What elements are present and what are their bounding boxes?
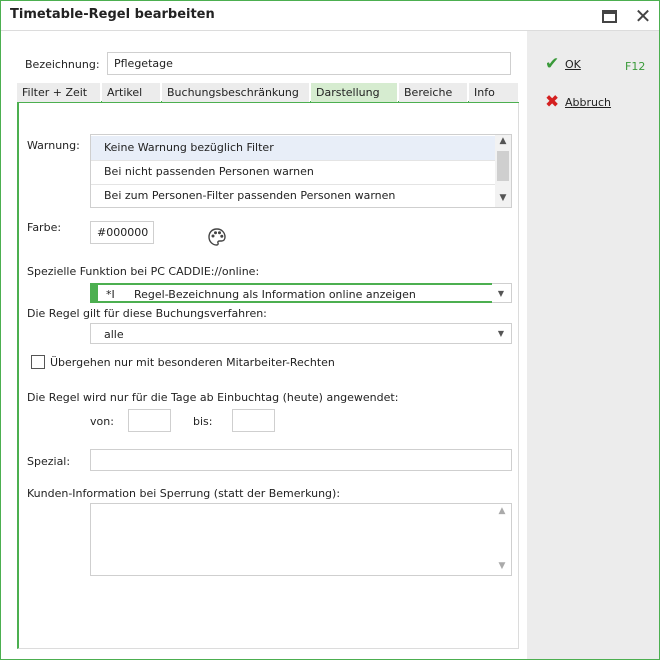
tab-bar: Filter + Zeit Artikel Buchungsbeschränku… xyxy=(17,83,519,103)
mitarbeiter-rechte-checkbox[interactable] xyxy=(31,355,45,369)
maximize-icon xyxy=(601,9,617,23)
warnung-scrollbar[interactable]: ▲ ▼ xyxy=(495,135,511,207)
warnung-label: Warnung: xyxy=(27,139,80,152)
action-sidebar: ✔ OK F12 ✖ Abbruch xyxy=(527,31,659,659)
online-function-label: Spezielle Funktion bei PC CADDIE://onlin… xyxy=(27,265,260,278)
close-button[interactable]: ✕ xyxy=(631,5,655,27)
tab-info[interactable]: Info xyxy=(469,83,519,102)
main-area: Bezeichnung: Pflegetage Filter + Zeit Ar… xyxy=(1,31,527,659)
selection-marker xyxy=(92,285,98,301)
bis-label: bis: xyxy=(193,415,213,428)
ok-button[interactable]: ✔ OK xyxy=(545,56,581,73)
list-item[interactable]: Bei zum Personen-Filter passenden Person… xyxy=(91,184,495,207)
tab-artikel[interactable]: Artikel xyxy=(102,83,161,102)
dropdown-arrow-icon: ▼ xyxy=(497,329,505,338)
darstellung-panel: Warnung: Keine Warnung bezüglich Filter … xyxy=(17,103,519,649)
tab-darstellung[interactable]: Darstellung xyxy=(311,83,398,102)
cancel-x-icon: ✖ xyxy=(545,92,560,112)
buchungsverfahren-combo[interactable]: alle ▼ xyxy=(90,323,512,344)
scroll-up-icon[interactable]: ▲ xyxy=(495,136,511,146)
online-function-code: *I xyxy=(106,288,115,301)
list-item[interactable]: Bei nicht passenden Personen warnen xyxy=(91,160,495,184)
von-input[interactable] xyxy=(128,409,171,432)
mitarbeiter-rechte-label: Übergehen nur mit besonderen Mitarbeiter… xyxy=(50,356,335,369)
title-bar: Timetable-Regel bearbeiten ✕ xyxy=(1,1,659,31)
tab-buchungsbeschraenkung[interactable]: Buchungsbeschränkung xyxy=(162,83,310,102)
checkmark-icon: ✔ xyxy=(545,54,560,74)
online-function-dropdown[interactable]: ▼ xyxy=(492,283,512,303)
maximize-button[interactable] xyxy=(597,5,621,27)
tab-bereiche[interactable]: Bereiche xyxy=(399,83,468,102)
kunden-info-textarea[interactable] xyxy=(90,503,512,576)
ok-shortcut: F12 xyxy=(625,60,646,73)
scroll-down-icon[interactable]: ▼ xyxy=(494,561,510,571)
list-item[interactable]: Keine Warnung bezüglich Filter xyxy=(91,136,495,160)
spezial-label: Spezial: xyxy=(27,455,71,468)
cancel-label: Abbruch xyxy=(565,96,612,109)
scroll-down-icon[interactable]: ▼ xyxy=(495,193,511,203)
kunden-info-label: Kunden-Information bei Sperrung (statt d… xyxy=(27,487,341,500)
ok-label: OK xyxy=(565,58,581,71)
tage-label: Die Regel wird nur für die Tage ab Einbu… xyxy=(27,391,399,404)
tab-filter-zeit[interactable]: Filter + Zeit xyxy=(17,83,101,102)
scrollbar-thumb[interactable] xyxy=(497,151,509,181)
spezial-input[interactable] xyxy=(90,449,512,471)
online-function-value: Regel-Bezeichnung als Information online… xyxy=(134,288,416,301)
von-label: von: xyxy=(90,415,114,428)
farbe-input[interactable]: #000000 xyxy=(90,221,154,244)
warnung-listbox[interactable]: Keine Warnung bezüglich Filter Bei nicht… xyxy=(90,134,512,208)
buchungsverfahren-label: Die Regel gilt für diese Buchungsverfahr… xyxy=(27,307,267,320)
dropdown-arrow-icon: ▼ xyxy=(497,288,505,298)
cancel-button[interactable]: ✖ Abbruch xyxy=(545,94,611,111)
bis-input[interactable] xyxy=(232,409,275,432)
online-function-combo[interactable]: *I Regel-Bezeichnung als Information onl… xyxy=(90,283,512,303)
color-palette-icon[interactable] xyxy=(207,227,227,247)
window-title: Timetable-Regel bearbeiten xyxy=(10,7,215,22)
dialog-window: Timetable-Regel bearbeiten ✕ ✔ OK F12 ✖ … xyxy=(0,0,660,660)
close-icon: ✕ xyxy=(634,4,652,28)
scroll-up-icon[interactable]: ▲ xyxy=(494,506,510,516)
farbe-label: Farbe: xyxy=(27,221,62,234)
bezeichnung-label: Bezeichnung: xyxy=(25,58,100,71)
kunden-info-scrollbar[interactable]: ▲ ▼ xyxy=(494,504,510,575)
bezeichnung-input[interactable]: Pflegetage xyxy=(107,52,511,75)
buchungsverfahren-value: alle xyxy=(104,328,124,341)
